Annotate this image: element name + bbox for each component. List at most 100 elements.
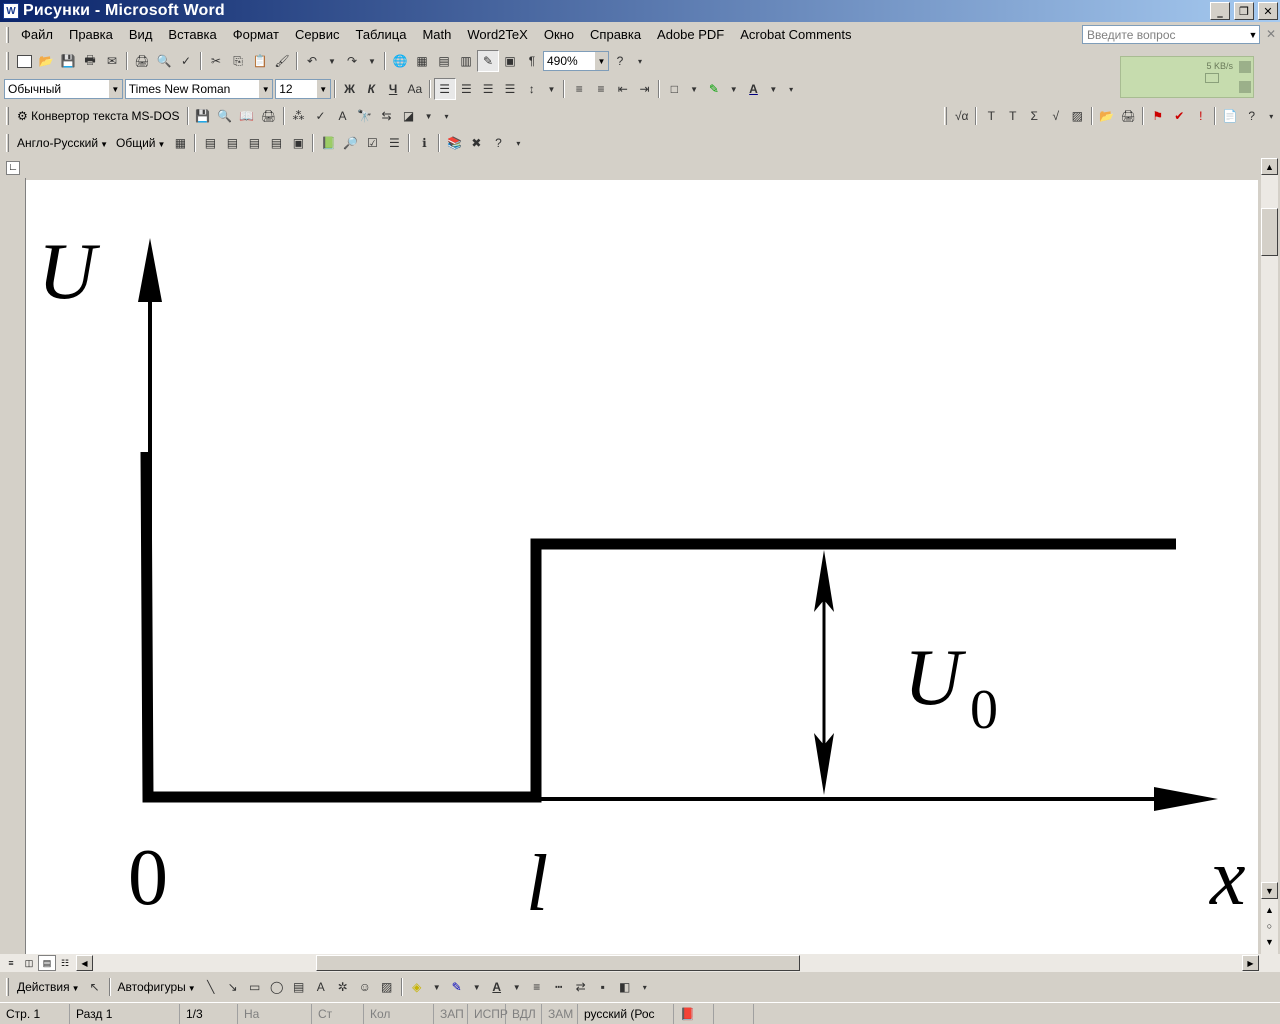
- insert-excel-icon[interactable]: ▥: [455, 50, 477, 72]
- picture-icon[interactable]: ▨: [1066, 105, 1088, 127]
- outline-view-icon[interactable]: ☷: [56, 955, 74, 971]
- character-scale-icon[interactable]: Aa: [404, 78, 426, 100]
- menu-file[interactable]: Файл: [13, 24, 61, 46]
- dictionary-icon[interactable]: ▦: [169, 132, 191, 154]
- tex-import-icon[interactable]: T: [1002, 105, 1024, 127]
- chevron-down-icon[interactable]: ▼: [1247, 26, 1259, 43]
- shadow-icon[interactable]: ▪: [592, 976, 614, 998]
- show-formatting-icon[interactable]: ¶: [521, 50, 543, 72]
- paste-icon[interactable]: 📋: [249, 50, 271, 72]
- italic-button[interactable]: К: [360, 78, 382, 100]
- chevron-down-icon[interactable]: ▼: [508, 976, 526, 998]
- print-icon[interactable]: 🖨: [1117, 105, 1139, 127]
- align-right-icon[interactable]: ☰: [477, 78, 499, 100]
- hyperlink-icon[interactable]: 🌐: [389, 50, 411, 72]
- restore-button[interactable]: ❐: [1234, 2, 1254, 20]
- drawing-toggle-icon[interactable]: ✎: [477, 50, 499, 72]
- status-language[interactable]: русский (Рос: [578, 1003, 674, 1024]
- zoom-select[interactable]: 490% ▼: [543, 51, 609, 71]
- print-preview-icon[interactable]: 🔍: [153, 50, 175, 72]
- menu-insert[interactable]: Вставка: [160, 24, 224, 46]
- diagram-icon[interactable]: ✲: [332, 976, 354, 998]
- font-color-icon[interactable]: A: [743, 78, 765, 100]
- check-icon[interactable]: ✔: [1168, 105, 1190, 127]
- menu-format[interactable]: Формат: [225, 24, 287, 46]
- oval-tool-icon[interactable]: ◯: [266, 976, 288, 998]
- chevron-down-icon[interactable]: ▼: [468, 976, 486, 998]
- vertical-scroll-thumb[interactable]: [1261, 208, 1278, 256]
- spelling-icon[interactable]: ✓: [175, 50, 197, 72]
- scroll-right-icon[interactable]: ▶: [1242, 955, 1259, 971]
- chevron-down-icon[interactable]: ▼: [323, 50, 341, 72]
- menubar-grip[interactable]: [6, 27, 9, 43]
- status-ext[interactable]: ВДЛ: [506, 1003, 542, 1024]
- scroll-down-icon[interactable]: ▼: [1261, 882, 1278, 899]
- web-view-icon[interactable]: ◫: [20, 955, 38, 971]
- underline-button[interactable]: Ч: [382, 78, 404, 100]
- toolbar-options-icon[interactable]: ▾: [438, 105, 456, 127]
- sqrt-icon[interactable]: √α: [951, 105, 973, 127]
- translate-document-icon[interactable]: ▤: [265, 132, 287, 154]
- chevron-down-icon[interactable]: ▼: [315, 80, 330, 98]
- toolbar-grip[interactable]: [944, 107, 947, 125]
- replace-icon[interactable]: ⇆: [376, 105, 398, 127]
- text-box-icon[interactable]: ▤: [288, 976, 310, 998]
- chevron-down-icon[interactable]: ▼: [107, 80, 122, 98]
- tab-selector-icon[interactable]: ∟: [6, 161, 20, 175]
- converter-button[interactable]: ⚙ Конвертор текста MS-DOS: [13, 109, 184, 123]
- menu-adobe-pdf[interactable]: Adobe PDF: [649, 24, 732, 46]
- horizontal-scrollbar[interactable]: ≡ ◫ ▤ ☷ ◀ ▶: [0, 954, 1280, 972]
- symbols-icon[interactable]: ⁂: [288, 105, 310, 127]
- menu-table[interactable]: Таблица: [347, 24, 414, 46]
- chevron-down-icon[interactable]: ▼: [258, 80, 273, 98]
- bold-button[interactable]: Ж: [339, 78, 361, 100]
- tex-convert-icon[interactable]: T: [980, 105, 1002, 127]
- document-icon[interactable]: 📄: [1219, 105, 1241, 127]
- dictionary-help-icon[interactable]: ?: [487, 132, 509, 154]
- justify-icon[interactable]: ☰: [499, 78, 521, 100]
- dictionary-topic-select[interactable]: Общий ▼: [112, 136, 169, 150]
- format-painter-icon[interactable]: 🖌: [271, 50, 293, 72]
- toolbar-grip[interactable]: [6, 134, 9, 152]
- play-icon[interactable]: [1239, 81, 1251, 93]
- decrease-indent-icon[interactable]: ⇤: [612, 78, 634, 100]
- help-icon[interactable]: ?: [1241, 105, 1263, 127]
- fill-color-icon[interactable]: ◈: [406, 976, 428, 998]
- dictionary-search-icon[interactable]: 🔎: [339, 132, 361, 154]
- toolbar-options-icon[interactable]: ▾: [509, 132, 527, 154]
- dictionary-books-icon[interactable]: 📚: [443, 132, 465, 154]
- increase-indent-icon[interactable]: ⇥: [634, 78, 656, 100]
- scroll-up-icon[interactable]: ▲: [1261, 158, 1278, 175]
- alert-icon[interactable]: !: [1190, 105, 1212, 127]
- document-map-icon[interactable]: ▣: [499, 50, 521, 72]
- help-icon[interactable]: ?: [609, 50, 631, 72]
- chevron-down-icon[interactable]: ▼: [363, 50, 381, 72]
- rectangle-tool-icon[interactable]: ▭: [244, 976, 266, 998]
- toolbar-grip[interactable]: [6, 107, 9, 125]
- menu-window[interactable]: Окно: [536, 24, 582, 46]
- sqrt-box-icon[interactable]: √: [1045, 105, 1067, 127]
- font-size-select[interactable]: 12 ▼: [275, 79, 331, 99]
- horizontal-scroll-thumb[interactable]: [316, 955, 800, 971]
- dictionary-list-icon[interactable]: ☰: [383, 132, 405, 154]
- find-icon[interactable]: 🔭: [354, 105, 376, 127]
- dictionary-book-icon[interactable]: 📗: [317, 132, 339, 154]
- line-color-icon[interactable]: ✎: [446, 976, 468, 998]
- style-select[interactable]: Обычный ▼: [4, 79, 123, 99]
- next-page-icon[interactable]: ▼: [1261, 934, 1278, 949]
- shapes-icon[interactable]: ◪: [398, 105, 420, 127]
- line-tool-icon[interactable]: ╲: [200, 976, 222, 998]
- font-color-icon[interactable]: A: [486, 976, 508, 998]
- menu-tools[interactable]: Сервис: [287, 24, 348, 46]
- meter-tab-icon[interactable]: [1239, 61, 1251, 73]
- status-ovr[interactable]: ЗАМ: [542, 1003, 578, 1024]
- bullets-icon[interactable]: ≡: [590, 78, 612, 100]
- menu-help[interactable]: Справка: [582, 24, 649, 46]
- open-folder-icon[interactable]: 📂: [35, 50, 57, 72]
- numbering-icon[interactable]: ≡: [568, 78, 590, 100]
- tables-borders-icon[interactable]: ▦: [411, 50, 433, 72]
- menu-word2tex[interactable]: Word2TeX: [459, 24, 535, 46]
- scroll-left-icon[interactable]: ◀: [76, 955, 93, 971]
- align-left-icon[interactable]: ☰: [433, 78, 456, 100]
- autoshapes-menu[interactable]: Автофигуры ▼: [114, 980, 200, 994]
